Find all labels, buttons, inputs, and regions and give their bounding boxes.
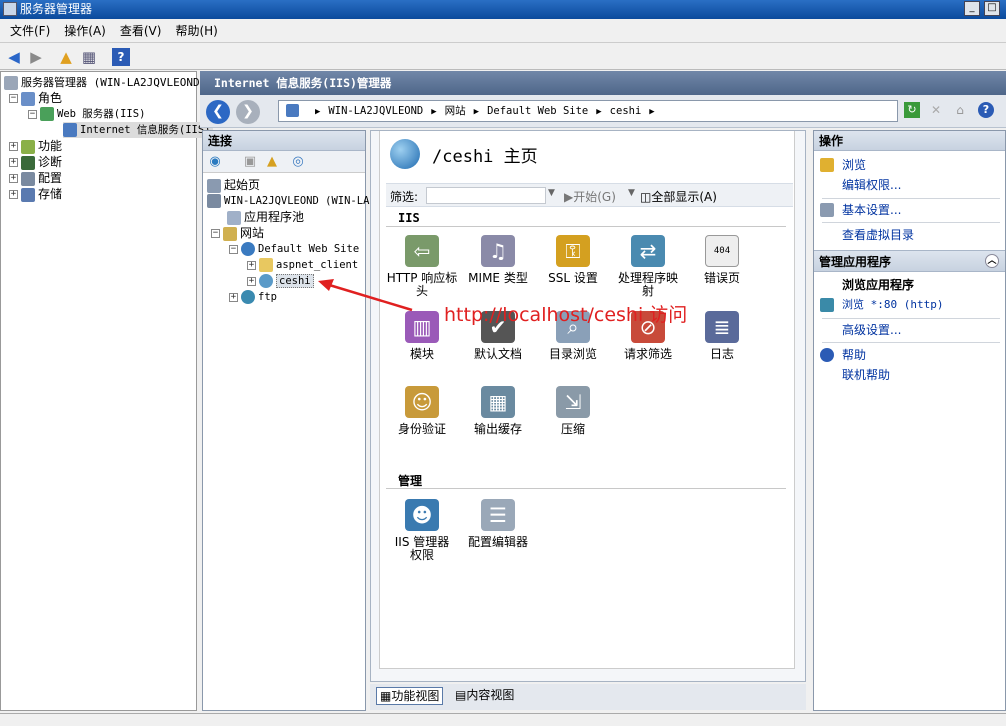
annotation-text: http://localhost/ceshi 访问 — [444, 304, 688, 326]
annotation-arrow — [325, 282, 413, 312]
annotation-overlay — [318, 279, 413, 312]
